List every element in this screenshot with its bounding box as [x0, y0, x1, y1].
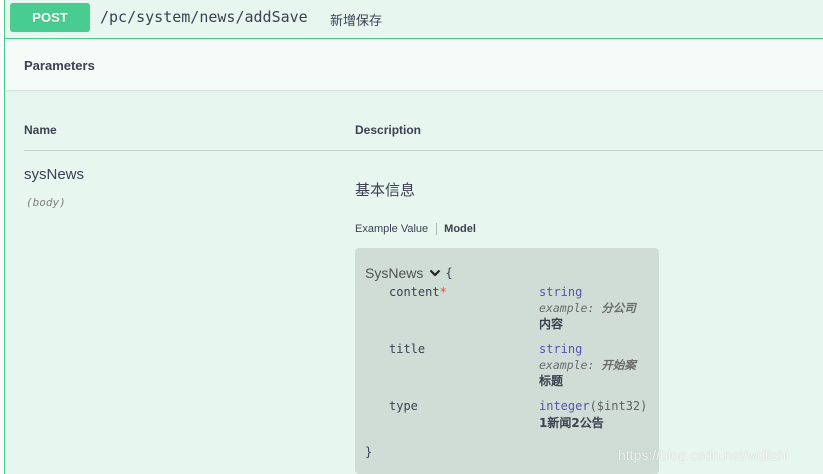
operation-summary[interactable]: POST /pc/system/news/addSave 新增保存	[5, 0, 823, 39]
prop-name-title: title	[389, 342, 426, 356]
chevron-down-icon[interactable]	[429, 268, 441, 278]
model-open-brace: {	[445, 266, 453, 280]
tab-model[interactable]: Model	[437, 223, 476, 235]
parameters-header: Parameters	[5, 40, 823, 90]
column-header-name: Name	[24, 123, 57, 137]
model-close-brace: }	[365, 445, 373, 459]
model-toggle[interactable]: SysNews {	[365, 265, 453, 281]
endpoint-path: /pc/system/news/addSave	[100, 8, 308, 26]
prop-type-title: string	[539, 342, 583, 356]
operation-description: 新增保存	[330, 13, 383, 28]
parameters-title: Parameters	[24, 58, 95, 73]
param-location: (body)	[26, 196, 66, 209]
model-name: SysNews	[365, 265, 424, 281]
example-model-tabs: Example Value Model	[355, 220, 476, 238]
column-header-description: Description	[355, 123, 422, 137]
prop-desc-content: 内容	[539, 317, 564, 331]
param-name: sysNews	[24, 166, 85, 183]
param-description: 基本信息	[355, 182, 416, 199]
prop-name-type: type	[389, 399, 418, 413]
operation-block: POST /pc/system/news/addSave 新增保存 Parame…	[4, 0, 823, 474]
prop-desc-title: 标题	[539, 374, 564, 388]
prop-type-type: integer($int32)	[539, 399, 648, 413]
prop-example-content: example: 分公司	[539, 301, 636, 315]
required-marker: *	[439, 285, 447, 299]
model-box: SysNews { content* string example: 分公司 内…	[355, 248, 659, 474]
prop-desc-type: 1新闻2公告	[539, 416, 604, 430]
prop-example-title: example: 开始案	[539, 358, 636, 372]
prop-name-content: content*	[389, 285, 447, 299]
watermark: https://blog.csdn.net/wdlizhi	[618, 447, 790, 463]
header-divider	[24, 150, 823, 151]
method-badge: POST	[10, 3, 90, 32]
prop-type-content: string	[539, 285, 583, 299]
tab-example-value[interactable]: Example Value	[355, 223, 438, 235]
